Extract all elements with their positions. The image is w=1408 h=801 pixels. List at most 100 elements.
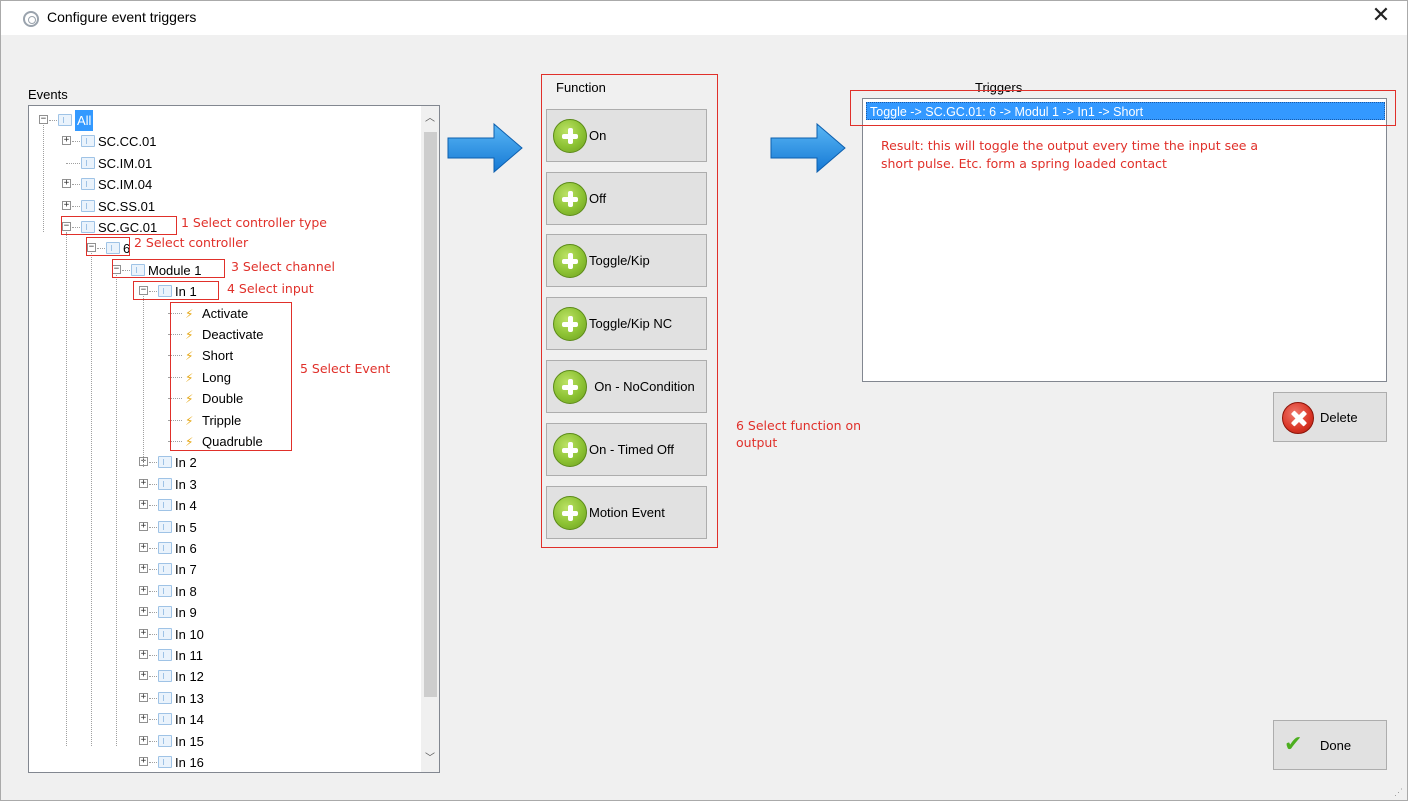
folder-icon: [81, 156, 95, 169]
folder-icon: [158, 542, 172, 554]
expand-icon[interactable]: +: [139, 650, 148, 659]
expand-icon[interactable]: +: [139, 671, 148, 681]
folder-icon: [158, 713, 172, 726]
folder-icon: [81, 178, 95, 191]
annotation-step1: 1 Select controller type: [181, 215, 327, 230]
tree-node-label: In 10: [175, 626, 204, 642]
tree-connector: [91, 253, 92, 746]
tree-connector: [43, 124, 44, 232]
tree-node-label: In 12: [175, 669, 204, 685]
expand-icon[interactable]: +: [139, 500, 148, 510]
expand-icon[interactable]: +: [62, 200, 71, 210]
annotation-step2: 2 Select controller: [134, 235, 249, 250]
tree-connector: [143, 296, 144, 468]
button-label: Toggle/Kip NC: [589, 316, 673, 331]
folder-icon: [158, 584, 172, 597]
expand-icon[interactable]: +: [139, 714, 148, 724]
function-on-nocondition-button[interactable]: On - NoCondition: [546, 360, 707, 413]
tree-node-label: In 4: [175, 498, 197, 514]
function-off-button[interactable]: Off: [546, 172, 707, 225]
button-label: On - NoCondition: [594, 379, 695, 394]
highlight-events: [170, 302, 292, 451]
tree-node-label: In 16: [175, 755, 204, 770]
add-icon: [553, 182, 587, 216]
function-toggle-nc-button[interactable]: Toggle/Kip NC: [546, 297, 707, 350]
add-icon: [553, 244, 587, 278]
annotation-step5: 5 Select Event: [300, 361, 391, 376]
function-label: Function: [556, 80, 606, 95]
button-label: Motion Event: [589, 505, 665, 520]
button-label: On - Timed Off: [589, 442, 675, 457]
tree-node-label: SC.CC.01: [98, 134, 157, 150]
scroll-up-icon[interactable]: ︿: [421, 110, 439, 128]
tree-scrollbar[interactable]: ︿ ﹀: [421, 106, 439, 772]
function-on-timed-off-button[interactable]: On - Timed Off: [546, 423, 707, 476]
expand-icon[interactable]: +: [139, 735, 148, 745]
resize-grip-icon[interactable]: ⋰: [1394, 787, 1404, 797]
annotation-result: Result: this will toggle the output ever…: [881, 138, 1259, 171]
checkmark-icon: ✔: [1284, 732, 1303, 757]
tree-connector: [66, 231, 67, 746]
expand-icon[interactable]: +: [139, 543, 148, 552]
tree-connector: [116, 274, 117, 746]
done-button[interactable]: ✔ Done: [1273, 720, 1387, 770]
folder-icon: [158, 627, 172, 640]
delete-icon: [1282, 402, 1314, 434]
button-label: Toggle/Kip: [589, 253, 650, 268]
tree-node-label: In 6: [175, 541, 197, 556]
expand-icon[interactable]: +: [62, 179, 71, 189]
delete-button[interactable]: Delete: [1273, 392, 1387, 442]
annotation-step4: 4 Select input: [227, 281, 314, 296]
folder-icon: [158, 734, 172, 747]
folder-icon: [158, 477, 172, 490]
triggers-list[interactable]: Toggle -> SC.GC.01: 6 -> Modul 1 -> In1 …: [862, 98, 1387, 382]
folder-icon: [158, 456, 172, 469]
tree-node-label: All: [75, 110, 94, 131]
events-label: Events: [28, 87, 68, 102]
expand-icon[interactable]: +: [139, 478, 148, 488]
arrow-right-icon: [770, 122, 846, 174]
scroll-down-icon[interactable]: ﹀: [421, 750, 439, 768]
highlight-controller-type: [61, 216, 177, 235]
expand-icon[interactable]: +: [139, 564, 148, 574]
button-label: On: [589, 128, 607, 143]
highlight-channel: [112, 259, 225, 278]
tree-node-label: In 2: [175, 455, 197, 471]
highlight-controller: [86, 237, 130, 256]
expand-icon[interactable]: +: [139, 585, 148, 595]
function-on-button[interactable]: On: [546, 109, 707, 162]
function-motion-event-button[interactable]: Motion Event: [546, 486, 707, 539]
folder-icon: [158, 606, 172, 619]
expand-icon[interactable]: +: [62, 136, 71, 146]
folder-icon: [158, 756, 172, 768]
tree-node-label: In 15: [175, 733, 204, 749]
add-icon: [553, 307, 587, 341]
tree-node-label: In 14: [175, 712, 204, 728]
close-button[interactable]: ✕: [1369, 5, 1393, 29]
folder-icon: [81, 135, 95, 148]
scroll-thumb[interactable]: [424, 132, 437, 697]
folder-icon: [158, 691, 172, 704]
folder-icon: [58, 114, 72, 126]
collapse-icon[interactable]: −: [39, 115, 48, 124]
title-bar: Configure event triggers ✕: [1, 1, 1407, 35]
delete-label: Delete: [1320, 409, 1358, 425]
button-label: Off: [589, 191, 607, 206]
function-toggle-button[interactable]: Toggle/Kip: [546, 234, 707, 287]
folder-icon: [158, 563, 172, 576]
folder-icon: [158, 649, 172, 661]
add-icon: [553, 370, 587, 404]
expand-icon[interactable]: +: [139, 692, 148, 702]
window-title: Configure event triggers: [47, 9, 197, 25]
expand-icon[interactable]: +: [139, 628, 148, 638]
tree-node-label: SC.SS.01: [98, 198, 156, 214]
arrow-right-icon: [447, 122, 523, 174]
tree-node-label: SC.IM.01: [98, 155, 153, 171]
folder-icon: [81, 199, 95, 212]
add-icon: [553, 119, 587, 153]
expand-icon[interactable]: +: [139, 757, 148, 766]
expand-icon[interactable]: +: [139, 521, 148, 531]
trigger-highlight: [850, 90, 1396, 126]
expand-icon[interactable]: +: [139, 607, 148, 617]
tree-node-label: In 5: [175, 519, 197, 535]
